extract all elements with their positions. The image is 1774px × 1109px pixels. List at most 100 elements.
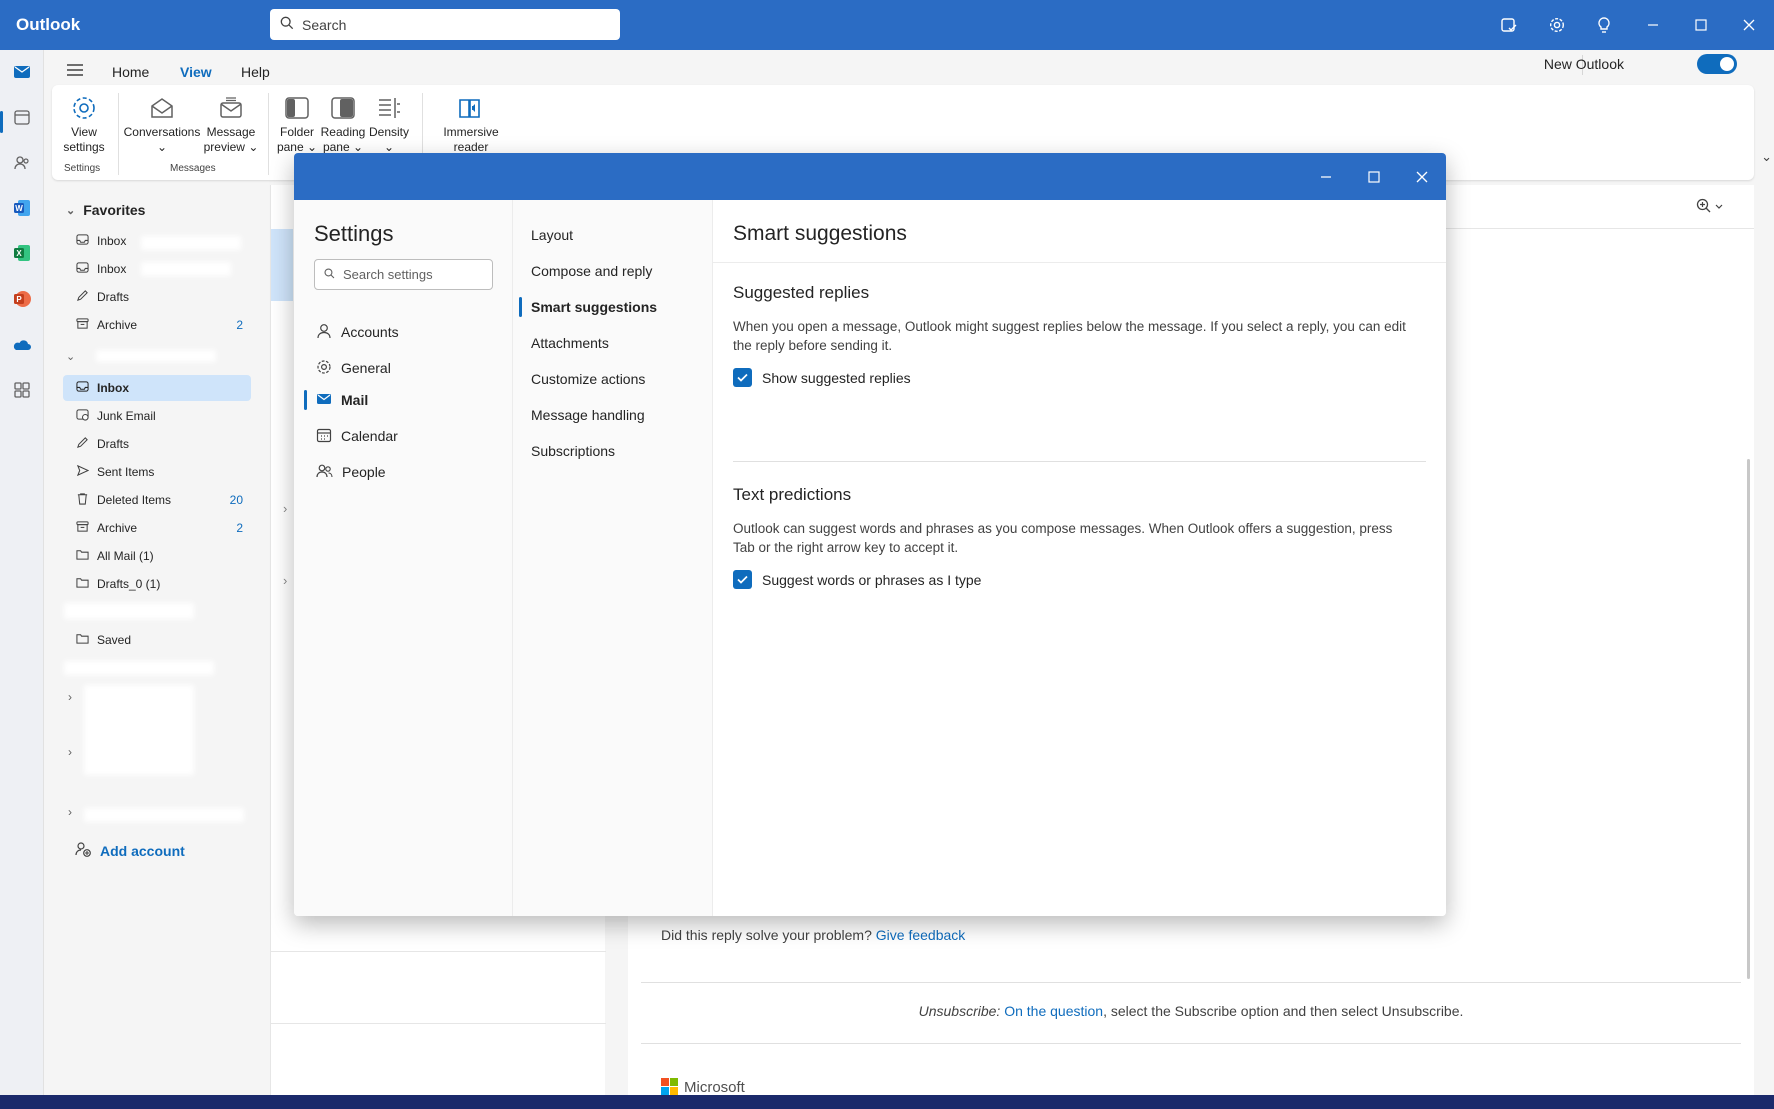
rail-active-indicator [0, 111, 3, 133]
folder-label: Archive [97, 318, 138, 332]
conversations-label: Conversations [123, 125, 201, 139]
redacted-text [141, 236, 241, 250]
chevron-down-icon[interactable]: ⌄ [66, 350, 75, 363]
more-apps-icon[interactable] [8, 376, 36, 404]
maximize-icon[interactable] [1689, 13, 1713, 37]
category-people[interactable]: People [316, 461, 386, 483]
view-settings-button[interactable]: View settings [56, 91, 112, 155]
chevron-right-icon[interactable]: › [68, 745, 72, 759]
chevron-right-icon[interactable]: › [283, 573, 287, 588]
chevron-right-icon[interactable]: › [283, 501, 287, 516]
zoom-icon[interactable] [1696, 198, 1724, 217]
folder-pane-button[interactable]: Folder pane ⌄ [274, 91, 320, 155]
selected-message-indicator [271, 229, 293, 301]
message-preview-label-2: preview ⌄ [203, 140, 259, 154]
category-general[interactable]: General [316, 357, 391, 379]
close-icon[interactable] [1737, 13, 1761, 37]
divider [271, 1023, 606, 1024]
folder-item-sent[interactable]: Sent Items [63, 459, 251, 485]
unread-count: 2 [236, 521, 243, 535]
feedback-question: Did this reply solve your problem? [661, 927, 872, 943]
search-input[interactable]: Search [270, 9, 620, 40]
excel-app-icon[interactable]: X [8, 239, 36, 267]
dialog-close-icon[interactable] [1412, 167, 1432, 187]
settings-gear-icon[interactable] [1545, 13, 1569, 37]
hamburger-menu-icon[interactable] [66, 63, 84, 80]
minimize-icon[interactable] [1641, 13, 1665, 37]
show-suggested-replies-checkbox[interactable]: Show suggested replies [733, 368, 911, 387]
add-account-button[interactable]: Add account [75, 841, 185, 860]
unsubscribe-line: Unsubscribe: On the question, select the… [628, 1003, 1754, 1019]
redacted-text [64, 661, 214, 675]
message-preview-button[interactable]: Message preview ⌄ [198, 91, 264, 155]
new-outlook-toggle[interactable] [1697, 54, 1737, 74]
tips-lightbulb-icon[interactable] [1592, 13, 1616, 37]
word-app-icon[interactable]: W [8, 194, 36, 222]
people-icon [316, 463, 333, 482]
ribbon-expand-chevron-icon[interactable]: ⌄ [1761, 149, 1772, 165]
checkbox-label: Show suggested replies [762, 369, 911, 386]
folder-item-saved[interactable]: Saved [63, 627, 251, 653]
category-accounts[interactable]: Accounts [316, 321, 399, 343]
favorite-folder-item[interactable]: Archive 2 [63, 312, 251, 338]
tab-home[interactable]: Home [112, 64, 149, 80]
scrollbar-thumb[interactable] [1747, 459, 1750, 979]
powerpoint-app-icon[interactable]: P [8, 285, 36, 313]
chevron-right-icon[interactable]: › [68, 805, 72, 819]
settings-search-input[interactable]: Search settings [314, 259, 493, 290]
checkbox-label: Suggest words or phrases as I type [762, 571, 982, 588]
folder-item-drafts[interactable]: Drafts [63, 431, 251, 457]
folder-label: Inbox [97, 262, 127, 276]
group-label-messages: Messages [170, 163, 216, 174]
gear-icon [316, 359, 332, 378]
unsubscribe-prefix: Unsubscribe: [918, 1003, 1001, 1019]
section-title-suggested-replies: Suggested replies [733, 283, 870, 302]
subcategory-message-handling[interactable]: Message handling [531, 407, 645, 423]
folder-item-inbox[interactable]: Inbox [63, 375, 251, 401]
conversations-button[interactable]: Conversations ⌄ [122, 91, 202, 155]
microsoft-wordmark: Microsoft [684, 1078, 745, 1096]
tab-view[interactable]: View [180, 64, 212, 80]
immersive-reader-icon [436, 91, 506, 125]
mail-app-icon[interactable] [8, 58, 36, 86]
favorite-folder-item[interactable]: Drafts [63, 284, 251, 310]
svg-text:W: W [15, 204, 23, 213]
tab-help[interactable]: Help [241, 64, 270, 80]
calendar-app-icon[interactable] [8, 103, 36, 131]
folder-item-drafts-0[interactable]: Drafts_0 (1) [63, 571, 251, 597]
category-mail[interactable]: Mail [316, 389, 368, 411]
folder-item-junk[interactable]: Junk Email [63, 403, 251, 429]
give-feedback-link[interactable]: Give feedback [876, 927, 966, 943]
subcategory-layout[interactable]: Layout [531, 227, 573, 243]
calendar-icon [316, 427, 332, 446]
subcategory-compose-and-reply[interactable]: Compose and reply [531, 263, 652, 279]
people-app-icon[interactable] [8, 149, 36, 177]
dialog-maximize-icon[interactable] [1364, 167, 1384, 187]
reading-pane-button[interactable]: Reading pane ⌄ [320, 91, 366, 155]
junk-icon [76, 408, 89, 424]
onedrive-app-icon[interactable] [8, 331, 36, 359]
subcategory-smart-suggestions[interactable]: Smart suggestions [531, 299, 657, 315]
dialog-minimize-icon[interactable] [1316, 167, 1336, 187]
reading-scrollbar[interactable] [1744, 229, 1754, 1095]
folder-item-all-mail[interactable]: All Mail (1) [63, 543, 251, 569]
subcategory-customize-actions[interactable]: Customize actions [531, 371, 645, 387]
folder-icon [76, 548, 89, 564]
app-title: Outlook [16, 15, 81, 34]
view-settings-label-1: View [71, 125, 97, 139]
archive-icon [76, 317, 89, 333]
folder-item-deleted[interactable]: Deleted Items 20 [63, 487, 251, 513]
chevron-right-icon[interactable]: › [68, 690, 72, 704]
subcategory-attachments[interactable]: Attachments [531, 335, 609, 351]
redacted-text [84, 808, 244, 822]
on-the-question-link[interactable]: On the question [1004, 1003, 1103, 1019]
density-button[interactable]: Density ⌄ [366, 91, 412, 155]
folder-pane-icon [274, 91, 320, 125]
immersive-reader-button[interactable]: Immersive reader [436, 91, 506, 155]
subcategory-subscriptions[interactable]: Subscriptions [531, 443, 615, 459]
folder-item-archive[interactable]: Archive 2 [63, 515, 251, 541]
my-day-icon[interactable] [1497, 13, 1521, 37]
favorites-header[interactable]: ⌄ Favorites [66, 202, 145, 218]
category-calendar[interactable]: Calendar [316, 425, 398, 447]
suggest-words-checkbox[interactable]: Suggest words or phrases as I type [733, 570, 981, 589]
